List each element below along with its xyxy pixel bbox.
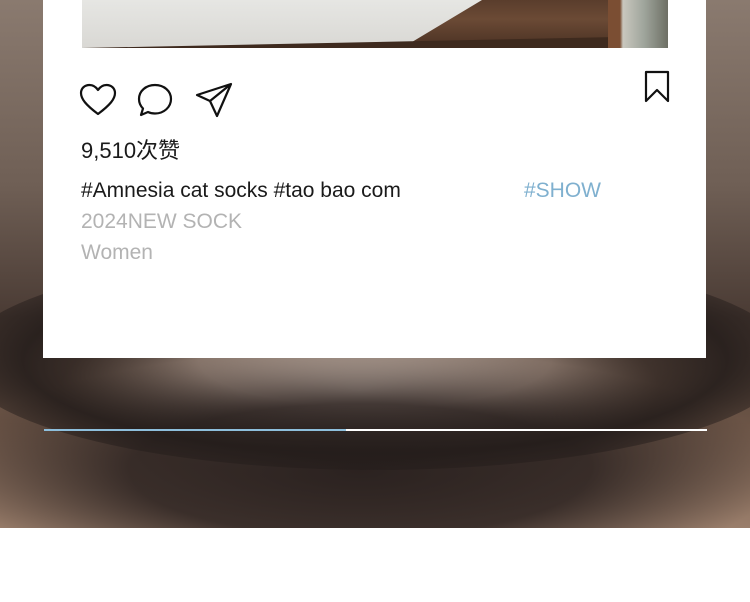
bookmark-icon[interactable] bbox=[644, 70, 670, 109]
carousel-progress-track bbox=[44, 429, 707, 431]
post-card: 9,510次赞 #Amnesia cat socks #tao bao com … bbox=[43, 0, 706, 358]
send-icon[interactable] bbox=[195, 82, 233, 123]
carousel-progress-fill bbox=[44, 429, 346, 431]
hashtag-show[interactable]: #SHOW bbox=[524, 179, 601, 203]
product-title: 2024NEW SOCK bbox=[81, 210, 243, 233]
post-caption: #Amnesia cat socks #tao bao com #SHOW bbox=[81, 179, 661, 203]
image-wall bbox=[82, 0, 482, 48]
like-count[interactable]: 9,510次赞 bbox=[81, 133, 180, 165]
post-image[interactable] bbox=[82, 0, 668, 48]
heart-icon[interactable] bbox=[79, 83, 117, 122]
caption-text[interactable]: #Amnesia cat socks #tao bao com bbox=[81, 179, 401, 202]
image-glass bbox=[608, 0, 668, 48]
product-category: Women bbox=[81, 241, 153, 264]
comment-icon[interactable] bbox=[137, 83, 173, 122]
